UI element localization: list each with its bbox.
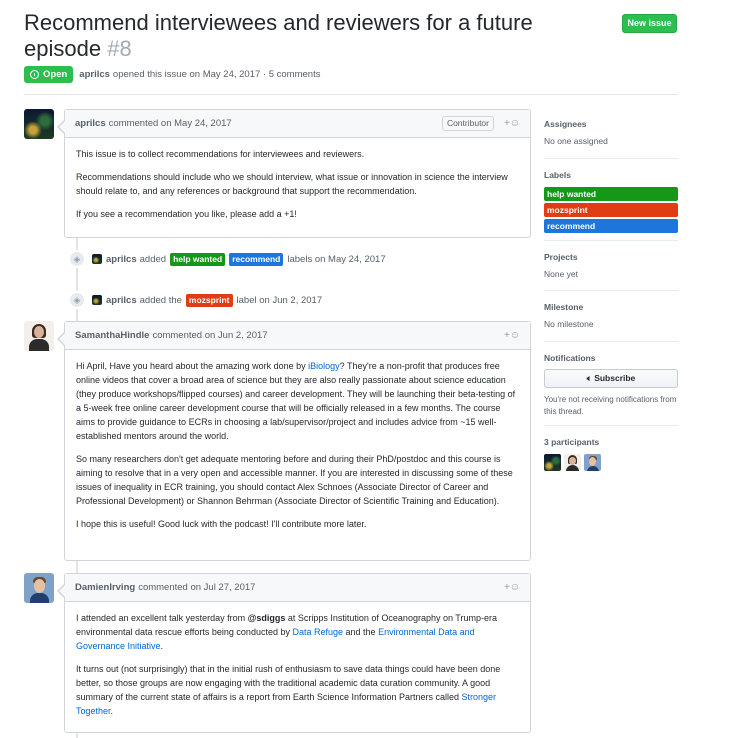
event-verb: added [139,253,167,265]
text: ? They're a non-profit that produces fre… [76,361,516,441]
comment-paragraph: I attended an excellent talk yesterday f… [76,611,519,653]
label-recommend[interactable]: recommend [544,219,678,233]
smiley-icon[interactable]: +☺ [504,330,520,341]
sidebar-notifications: Notifications 🔈︎ Subscribe You're not re… [544,353,678,418]
notifications-heading: Notifications [544,353,596,363]
subscribe-button[interactable]: 🔈︎ Subscribe [544,369,678,388]
notifications-note: You're not receiving notifications from … [544,395,677,416]
data-refuge-link[interactable]: Data Refuge [292,627,343,637]
avatar-aprilcs[interactable] [24,109,54,139]
comment-header: DamienIrving commented on Jul 27, 2017 +… [65,574,530,602]
label-help-wanted[interactable]: help wanted [544,187,678,201]
sidebar-divider [544,240,678,241]
participants-heading: 3 participants [544,437,600,447]
event-suffix: label on Jun 2, 2017 [236,294,323,306]
comment-header: SamanthaHindle commented on Jun 2, 2017 … [65,322,530,350]
issue-opened-icon [30,70,39,79]
participants-avatars [544,454,678,471]
sidebar-assignees: Assignees No one assigned [544,119,678,146]
sidebar-divider [544,158,678,159]
sidebar-divider [544,290,678,291]
comment-author-link[interactable]: aprilcs [75,118,106,129]
issue-author-link[interactable]: aprilcs [79,69,110,80]
label-recommend[interactable]: recommend [229,252,284,266]
comment-samanthahindle: SamanthaHindle commented on Jun 2, 2017 … [57,321,531,561]
text: Hi April, Have you heard about the amazi… [76,361,309,371]
comment-paragraph: This issue is to collect recommendations… [76,149,365,159]
timeline-event: ◈ aprilcs added help wanted recommend la… [68,249,386,269]
sidebar-divider [544,341,678,342]
participant-avatar[interactable] [564,454,581,471]
issue-meta: Open aprilcs opened this issue on May 24… [24,66,320,83]
labels-heading[interactable]: Labels [544,170,678,180]
contributor-badge: Contributor [441,116,494,131]
new-issue-button[interactable]: New issue [622,14,677,33]
comment-header: aprilcs commented on May 24, 2017 Contri… [65,110,530,138]
label-mozsprint[interactable]: mozsprint [544,203,678,217]
user-mention-link[interactable]: @sdiggs [248,613,286,623]
issue-meta-text: opened this issue on May 24, 2017 · 5 co… [112,69,321,80]
projects-heading[interactable]: Projects [544,252,678,262]
assignees-value: No one assigned [544,136,608,146]
smiley-icon[interactable]: +☺ [504,118,520,129]
status-label: Open [43,69,68,80]
comment-body: This issue is to collect recommendations… [65,138,530,230]
comment-paragraph: It turns out (not surprisingly) that in … [76,662,519,718]
sidebar-participants: 3 participants [544,437,678,471]
participant-avatar[interactable] [584,454,601,471]
issue-title: Recommend interviewees and reviewers for… [24,10,584,62]
tag-icon: ◈ [68,250,86,268]
timeline-event: ◈ aprilcs added the mozsprint label on J… [68,290,322,310]
comment-timestamp[interactable]: commented on May 24, 2017 [109,118,232,129]
label-help-wanted[interactable]: help wanted [170,252,226,266]
participant-avatar[interactable] [544,454,561,471]
comment-timestamp[interactable]: commented on Jun 2, 2017 [152,330,267,341]
event-verb: added the [139,294,182,306]
sidebar-projects: Projects None yet [544,252,678,279]
event-actor-link[interactable]: aprilcs [106,254,137,265]
comment-aprilcs: aprilcs commented on May 24, 2017 Contri… [57,109,531,238]
milestone-heading[interactable]: Milestone [544,302,678,312]
comment-paragraph: So many researchers don't get adequate m… [76,454,513,506]
sidebar-labels: Labels help wanted mozsprint recommend [544,170,678,233]
avatar[interactable] [92,254,102,264]
comment-author-link[interactable]: SamanthaHindle [75,330,149,341]
text: I attended an excellent talk yesterday f… [76,613,248,623]
assignees-heading[interactable]: Assignees [544,119,678,129]
text: and the [343,627,379,637]
avatar-samanthahindle[interactable] [24,321,54,351]
tag-icon: ◈ [68,291,86,309]
subscribe-label: Subscribe [594,373,636,383]
unmute-icon: 🔈︎ [586,373,592,383]
avatar-damienirving[interactable] [24,573,54,603]
issue-number: #8 [107,36,132,61]
comment-author-link[interactable]: DamienIrving [75,582,135,593]
label-mozsprint[interactable]: mozsprint [185,293,233,307]
event-suffix: labels on May 24, 2017 [287,253,386,265]
comment-timestamp[interactable]: commented on Jul 27, 2017 [138,582,255,593]
projects-value: None yet [544,269,579,279]
avatar[interactable] [92,295,102,305]
milestone-value: No milestone [544,319,594,329]
event-actor-link[interactable]: aprilcs [106,295,137,306]
comment-body: I attended an excellent talk yesterday f… [65,602,530,727]
smiley-icon[interactable]: +☺ [504,582,520,593]
comment-paragraph: If you see a recommendation you like, pl… [76,209,297,219]
comment-damienirving: DamienIrving commented on Jul 27, 2017 +… [57,573,531,733]
ibiology-link[interactable]: iBiology [308,361,340,371]
text: . [110,706,114,716]
issue-title-text: Recommend interviewees and reviewers for… [24,10,533,61]
sidebar-milestone: Milestone No milestone [544,302,678,329]
status-badge: Open [24,66,74,83]
sidebar-divider [544,425,678,426]
comment-body: Hi April, Have you heard about the amazi… [65,350,530,540]
comment-paragraph: Hi April, Have you heard about the amazi… [76,359,519,443]
comment-paragraph: Recommendations should include who we sh… [76,172,508,196]
text: It turns out (not surprisingly) that in … [76,664,501,702]
comment-paragraph: I hope this is useful! Good luck with th… [76,519,367,529]
text: . [160,641,164,651]
header-divider [24,94,678,95]
